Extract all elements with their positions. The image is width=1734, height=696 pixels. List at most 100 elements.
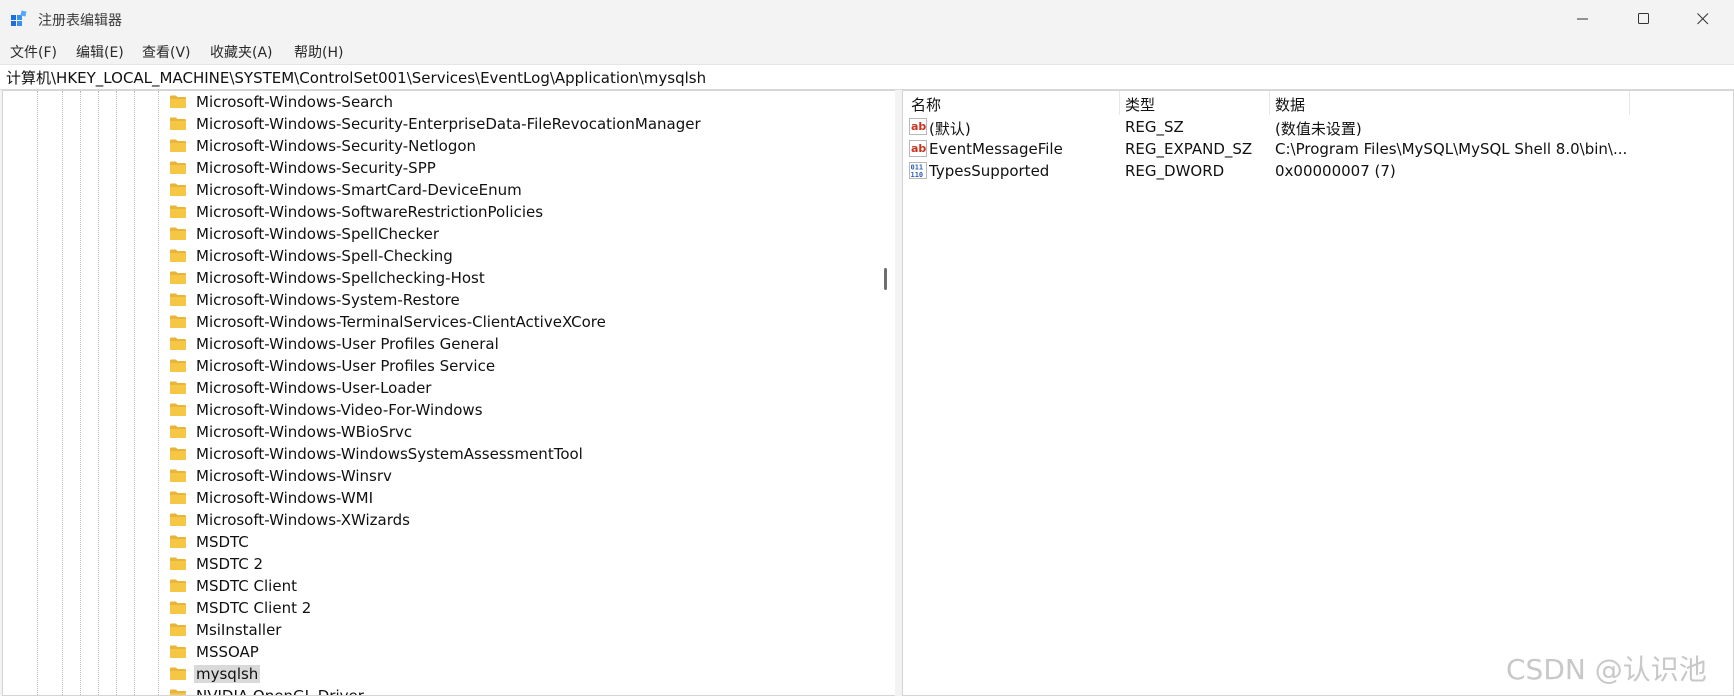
column-separator[interactable] [1269,91,1270,115]
tree-item-label: Microsoft-Windows-Spell-Checking [196,247,453,265]
tree-item[interactable]: Microsoft-Windows-User Profiles General [3,333,875,355]
folder-icon [169,160,187,175]
tree-item[interactable]: Microsoft-Windows-Security-SPP [3,157,875,179]
menu-view[interactable]: 查看(V) [142,42,191,62]
tree-item[interactable]: Microsoft-Windows-User Profiles Service [3,355,875,377]
folder-icon [169,490,187,505]
value-data-cell: C:\Program Files\MySQL\MySQL Shell 8.0\b… [1275,140,1628,158]
address-bar[interactable]: 计算机\HKEY_LOCAL_MACHINE\SYSTEM\ControlSet… [0,64,1734,90]
tree-item-selected[interactable]: mysqlsh [3,663,875,685]
value-name-cell: EventMessageFile [929,140,1063,158]
tree-item[interactable]: Microsoft-Windows-WMI [3,487,875,509]
folder-icon [169,622,187,637]
registry-editor-icon [11,10,27,26]
folder-icon [169,688,187,695]
tree-item[interactable]: NVIDIA OpenGL Driver [3,685,875,696]
tree-item[interactable]: MSDTC [3,531,875,553]
tree-item-label: MSDTC [196,533,249,551]
close-icon [1697,13,1709,25]
tree-item[interactable]: MSDTC Client [3,575,875,597]
tree-item-label: Microsoft-Windows-WMI [196,489,374,507]
column-separator[interactable] [1629,91,1630,115]
tree-item-label: MSDTC Client 2 [196,599,312,617]
folder-icon [169,116,187,131]
tree-item-label: Microsoft-Windows-SmartCard-DeviceEnum [196,181,522,199]
menu-edit[interactable]: 编辑(E) [76,42,124,62]
value-row[interactable]: 011 110 TypesSupported REG_DWORD 0x00000007 … [903,159,1733,183]
key-tree-pane[interactable]: Microsoft-Windows-Search Microsoft-Window… [2,90,896,696]
folder-icon [169,556,187,571]
tree-item[interactable]: Microsoft-Windows-Video-For-Windows [3,399,875,421]
tree-item[interactable]: Microsoft-Windows-Security-Netlogon [3,135,875,157]
value-data-cell: 0x00000007 (7) [1275,162,1396,180]
tree-item[interactable]: Microsoft-Windows-Security-EnterpriseDat… [3,113,875,135]
tree-item[interactable]: Microsoft-Windows-User-Loader [3,377,875,399]
tree-item[interactable]: MsiInstaller [3,619,875,641]
tree-item-label: Microsoft-Windows-Video-For-Windows [196,401,483,419]
tree-item-label: Microsoft-Windows-User Profiles General [196,335,499,353]
folder-icon [169,512,187,527]
values-pane[interactable]: 名称 类型 数据 ab (默认) REG_SZ (数值未设置) ab EventMessa… [902,90,1734,696]
tree-item-label: Microsoft-Windows-Search [196,93,393,111]
folder-icon [169,336,187,351]
tree-item[interactable]: MSDTC 2 [3,553,875,575]
tree-item[interactable]: Microsoft-Windows-System-Restore [3,289,875,311]
string-value-icon: ab [909,118,927,135]
watermark: CSDN @认识池 [1506,653,1707,686]
tree-scroll-thumb[interactable] [884,268,887,290]
tree-item[interactable]: Microsoft-Windows-Search [3,91,875,113]
minimize-button[interactable] [1560,0,1606,38]
tree-item[interactable]: MSDTC Client 2 [3,597,875,619]
tree-item[interactable]: Microsoft-Windows-SoftwareRestrictionPol… [3,201,875,223]
tree-item-label: Microsoft-Windows-XWizards [196,511,410,529]
tree-scrollbar[interactable] [875,91,895,695]
tree-item[interactable]: Microsoft-Windows-WindowsSystemAssessmen… [3,443,875,465]
menu-favorites[interactable]: 收藏夹(A) [210,42,273,62]
tree-item[interactable]: Microsoft-Windows-Winsrv [3,465,875,487]
tree-item-label: mysqlsh [194,665,261,683]
tree-item-label: MSDTC Client [196,577,297,595]
tree-item[interactable]: Microsoft-Windows-Spell-Checking [3,245,875,267]
tree-item[interactable]: Microsoft-Windows-SpellChecker [3,223,875,245]
tree-item-label: Microsoft-Windows-User-Loader [196,379,432,397]
folder-icon [169,380,187,395]
tree-item[interactable]: MSSOAP [3,641,875,663]
maximize-button[interactable] [1621,0,1667,38]
folder-icon [169,402,187,417]
tree-item[interactable]: Microsoft-Windows-SmartCard-DeviceEnum [3,179,875,201]
folder-icon [169,270,187,285]
value-type-cell: REG_EXPAND_SZ [1125,140,1253,158]
tree-item[interactable]: Microsoft-Windows-Spellchecking-Host [3,267,875,289]
address-path[interactable]: 计算机\HKEY_LOCAL_MACHINE\SYSTEM\ControlSet… [6,67,706,88]
window-title: 注册表编辑器 [38,13,122,29]
tree-item-label: Microsoft-Windows-System-Restore [196,291,460,309]
value-type-cell: REG_DWORD [1125,162,1225,180]
tree-item[interactable]: Microsoft-Windows-XWizards [3,509,875,531]
value-name-cell: TypesSupported [929,162,1050,180]
menu-file[interactable]: 文件(F) [10,42,57,62]
folder-icon [169,666,187,681]
tree-item[interactable]: Microsoft-Windows-TerminalServices-Clien… [3,311,875,333]
tree-item-label: MSSOAP [196,643,259,661]
folder-icon [169,226,187,241]
close-button[interactable] [1680,0,1726,38]
value-row[interactable]: ab EventMessageFile REG_EXPAND_SZ C:\Progra… [903,137,1733,161]
tree-item[interactable]: Microsoft-Windows-WBioSrvc [3,421,875,443]
tree-item-label: Microsoft-Windows-SpellChecker [196,225,440,243]
tree-item-label: MsiInstaller [196,621,282,639]
title-bar: 注册表编辑器 [0,0,1734,38]
value-type-cell: REG_SZ [1125,118,1184,136]
folder-icon [169,182,187,197]
folder-icon [169,468,187,483]
menu-help[interactable]: 帮助(H) [294,42,343,62]
folder-icon [169,292,187,307]
tree-item-label: NVIDIA OpenGL Driver [196,687,364,696]
folder-icon [169,534,187,549]
column-separator[interactable] [1119,91,1120,115]
pane-splitter[interactable] [895,90,901,696]
binary-value-icon: 011 110 [909,162,927,179]
folder-icon [169,578,187,593]
folder-icon [169,358,187,373]
menu-bar: 文件(F) 编辑(E) 查看(V) 收藏夹(A) 帮助(H) [0,38,1734,64]
value-row[interactable]: ab (默认) REG_SZ (数值未设置) [903,115,1733,139]
